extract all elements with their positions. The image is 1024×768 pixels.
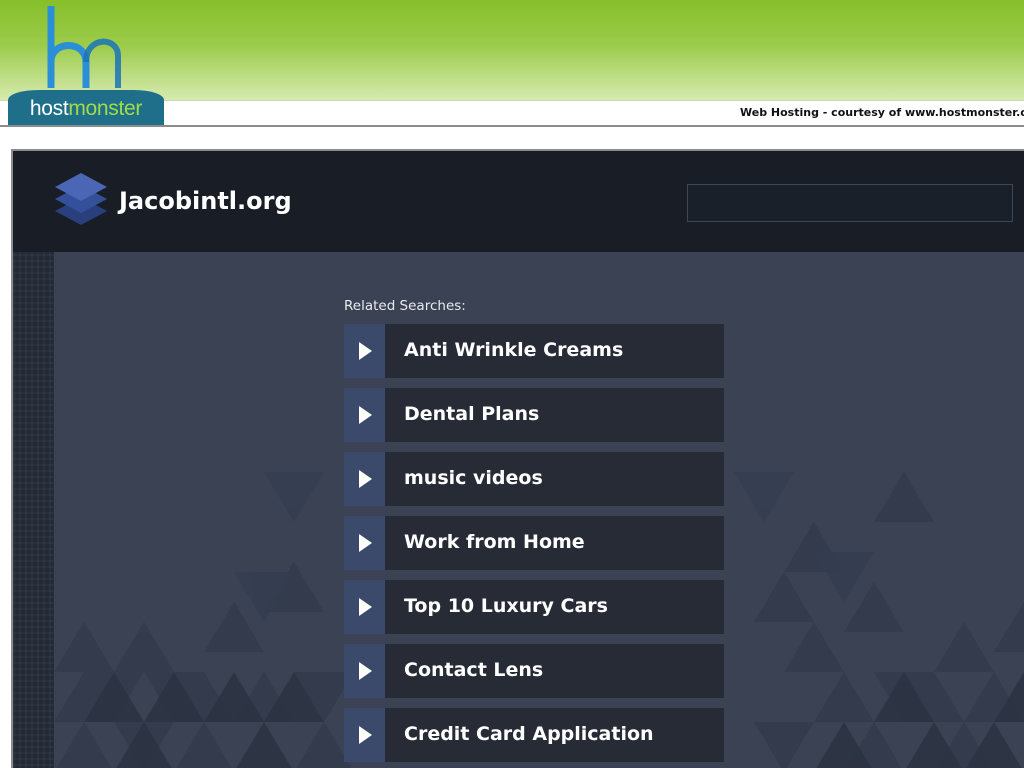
logo-wordmark: hostmonster — [8, 97, 164, 121]
content-area: Related Searches: Anti Wrinkle Creams De… — [54, 252, 1024, 768]
play-arrow-icon — [359, 662, 372, 680]
related-search-label: Work from Home — [404, 531, 585, 553]
related-search-link[interactable]: Dental Plans — [344, 388, 724, 442]
related-search-label: Anti Wrinkle Creams — [404, 339, 624, 361]
related-search-link[interactable]: Anti Wrinkle Creams — [344, 324, 724, 378]
hm-logo-icon — [47, 6, 121, 88]
banner-rule — [0, 125, 1024, 127]
logo-monster-text: monster — [68, 97, 143, 120]
search-input[interactable] — [687, 184, 1013, 222]
related-search-link[interactable]: Top 10 Luxury Cars — [344, 580, 724, 634]
courtesy-link[interactable]: Web Hosting - courtesy of www.hostmonste… — [740, 106, 1024, 119]
link-arrow-box — [344, 324, 385, 378]
play-arrow-icon — [359, 470, 372, 488]
link-arrow-box — [344, 452, 385, 506]
related-search-label: music videos — [404, 467, 543, 489]
site-header: Jacobintl.org — [13, 151, 1024, 252]
stacked-layers-icon — [55, 173, 107, 225]
related-searches-label: Related Searches: — [344, 298, 466, 314]
play-arrow-icon — [359, 406, 372, 424]
related-search-link[interactable]: Work from Home — [344, 516, 724, 570]
link-arrow-box — [344, 708, 385, 762]
link-arrow-box — [344, 388, 385, 442]
play-arrow-icon — [359, 342, 372, 360]
play-arrow-icon — [359, 726, 372, 744]
link-arrow-box — [344, 580, 385, 634]
related-search-link[interactable]: Credit Card Application — [344, 708, 724, 762]
site-name: Jacobintl.org — [119, 187, 292, 215]
related-search-link[interactable]: music videos — [344, 452, 724, 506]
related-search-link[interactable]: Contact Lens — [344, 644, 724, 698]
link-arrow-box — [344, 516, 385, 570]
related-search-label: Top 10 Luxury Cars — [404, 595, 608, 617]
link-arrow-box — [344, 644, 385, 698]
play-arrow-icon — [359, 598, 372, 616]
hostmonster-logo[interactable]: hostmonster — [8, 0, 164, 126]
logo-host-text: host — [29, 97, 69, 120]
hosting-banner: hostmonster Web Hosting - courtesy of ww… — [0, 0, 1024, 128]
related-search-label: Credit Card Application — [404, 723, 654, 745]
parked-page-frame: Jacobintl.org Related Searches: Anti Wri… — [11, 149, 1024, 768]
side-pattern-strip — [13, 252, 54, 768]
play-arrow-icon — [359, 534, 372, 552]
related-search-label: Dental Plans — [404, 403, 540, 425]
related-search-label: Contact Lens — [404, 659, 544, 681]
related-search-list: Anti Wrinkle Creams Dental Plans music v… — [344, 324, 724, 768]
